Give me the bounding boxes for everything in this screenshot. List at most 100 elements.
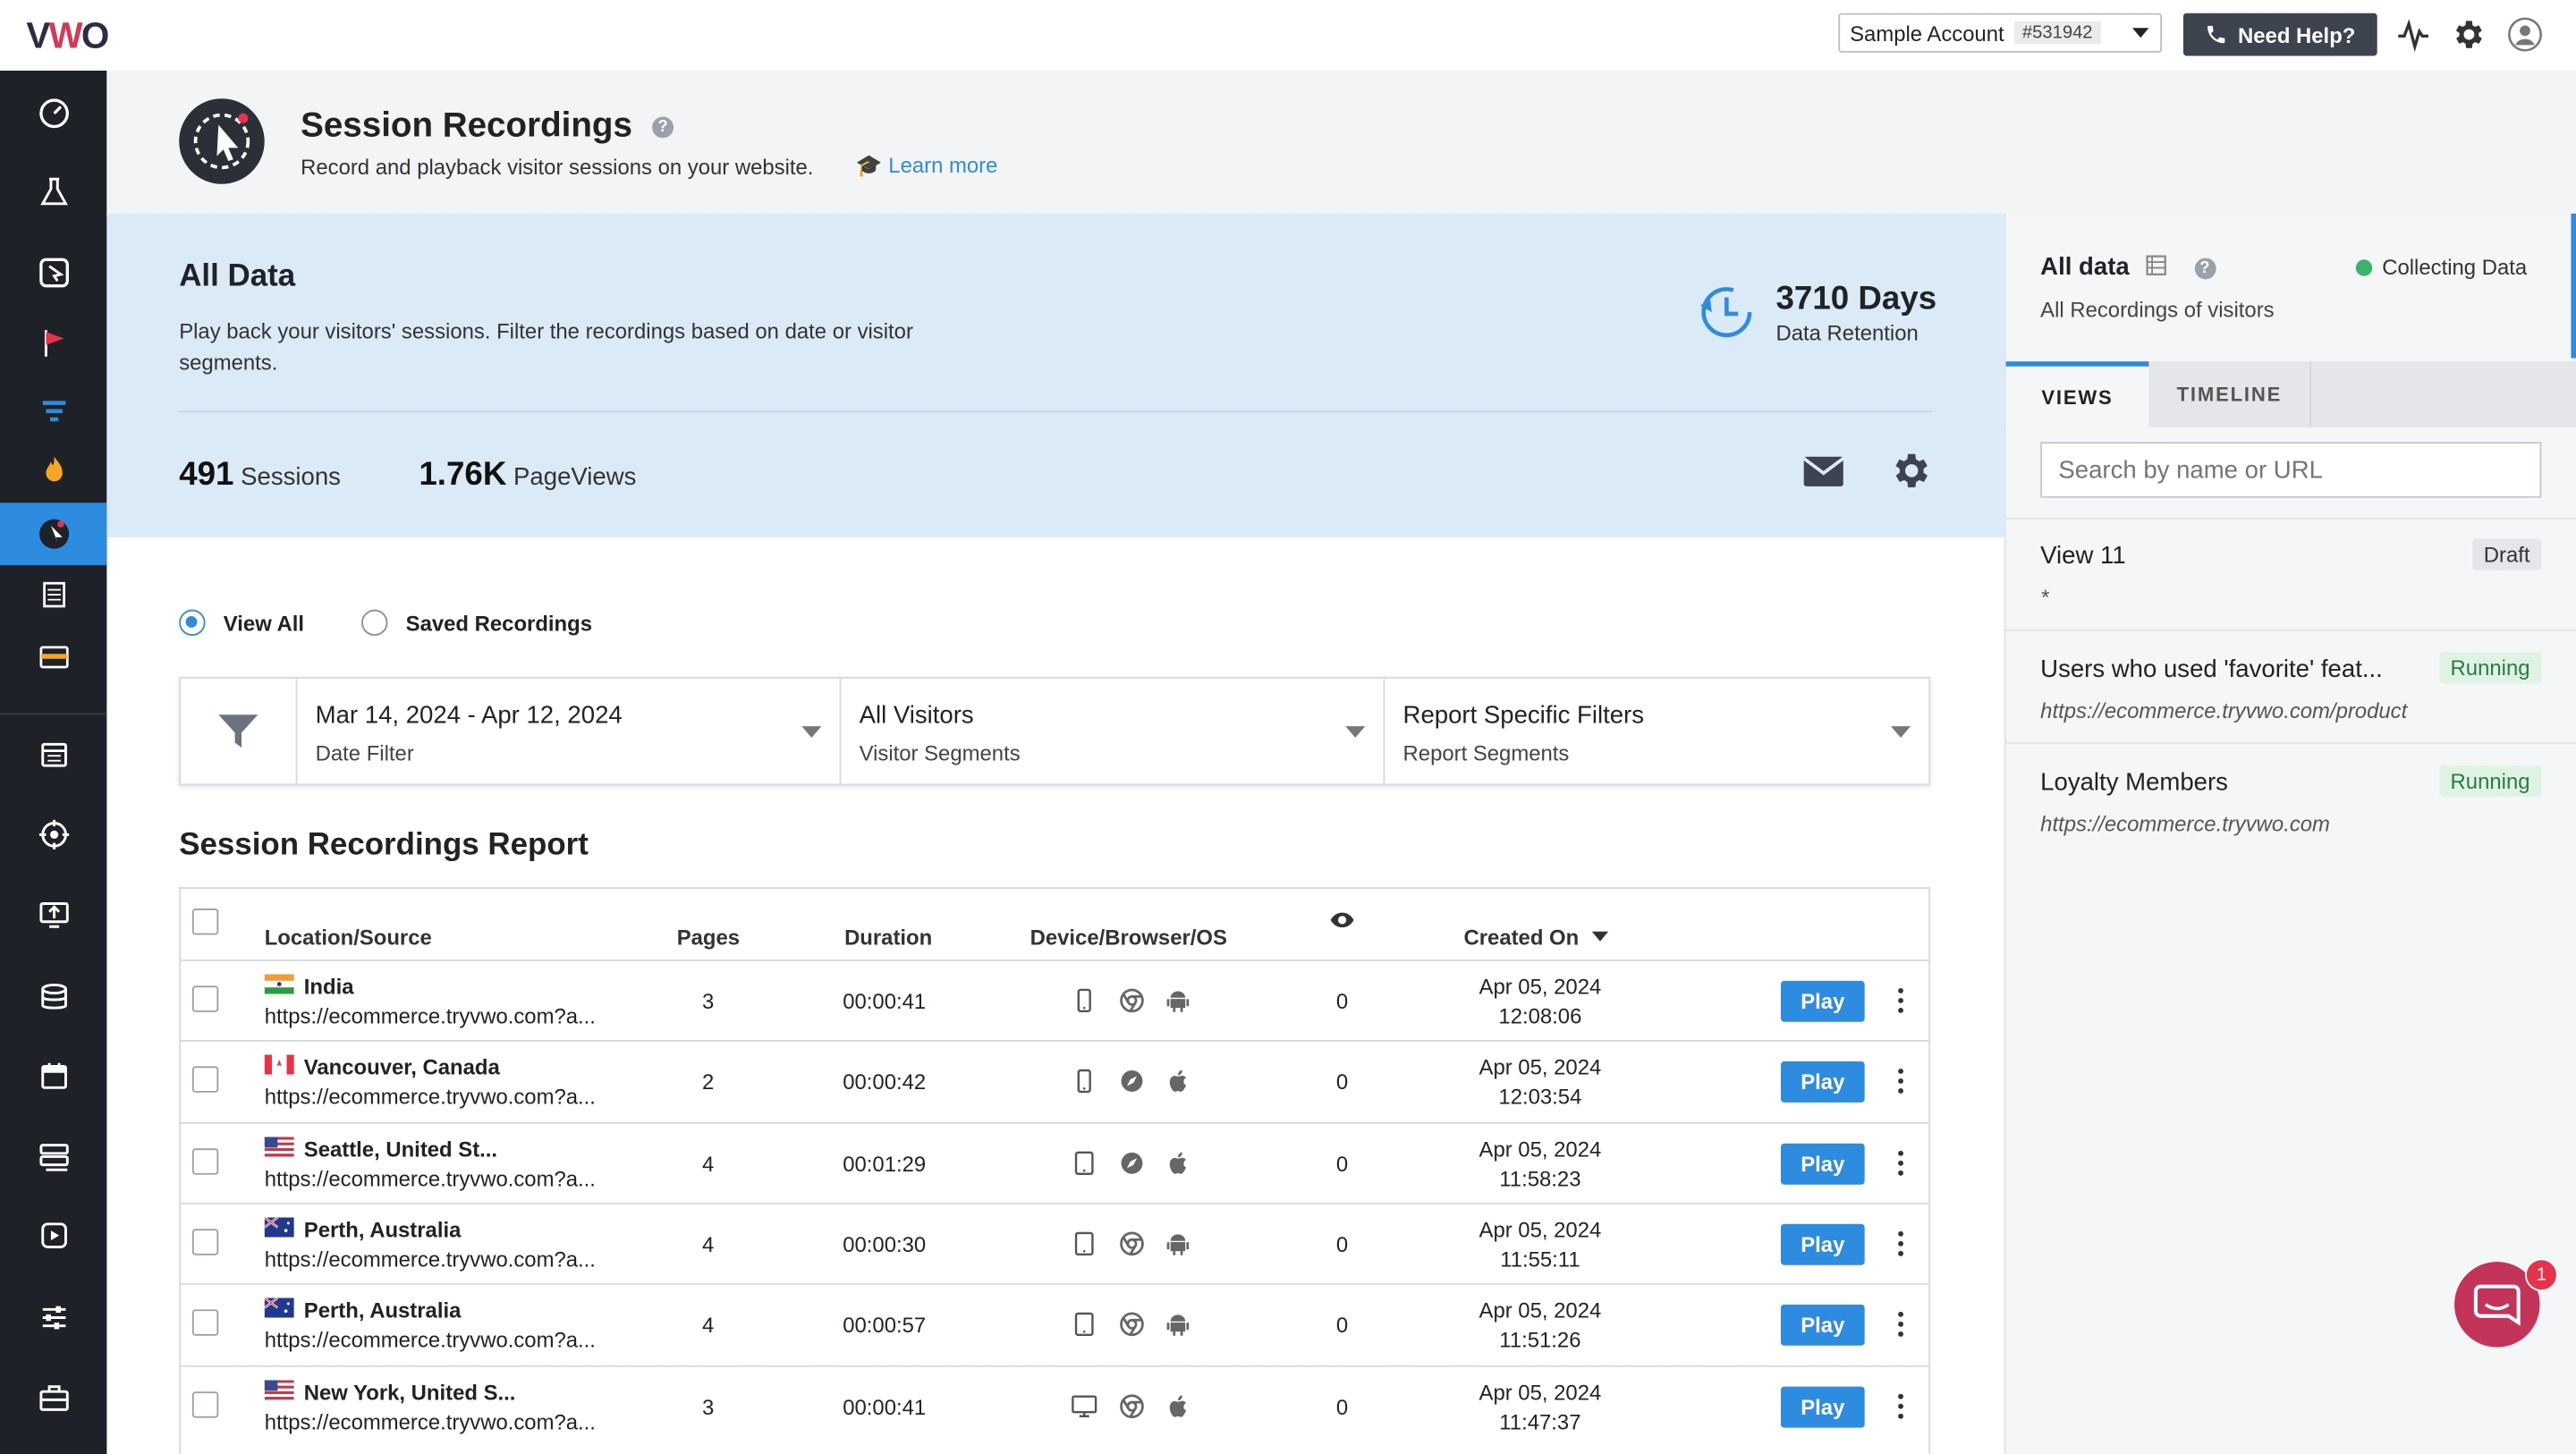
sidebar-item-card[interactable]	[0, 626, 106, 689]
scrollbar[interactable]	[2571, 213, 2576, 359]
row-pages: 2	[701, 1069, 715, 1095]
report-segments-filter[interactable]: Report Specific Filters Report Segments	[1383, 678, 1931, 784]
row-duration: 00:00:30	[843, 1231, 927, 1257]
panel-title-label: All data	[2040, 252, 2130, 282]
row-checkbox[interactable]	[191, 1147, 219, 1174]
more-options-icon[interactable]	[1896, 1229, 1906, 1258]
sidebar-item-dashboard[interactable]	[0, 82, 106, 145]
row-time: 11:55:11	[1500, 1247, 1580, 1272]
more-options-icon[interactable]	[1896, 1067, 1906, 1096]
table-row[interactable]: Perth, Australia https://ecommerce.tryvwo…	[181, 1283, 1929, 1365]
more-options-icon[interactable]	[1896, 1310, 1906, 1340]
cursor-icon	[38, 258, 69, 288]
vwo-logo[interactable]: VWO	[26, 15, 109, 58]
table-row[interactable]: Seattle, United St... https://ecommerce.t…	[181, 1121, 1929, 1204]
row-checkbox[interactable]	[191, 985, 219, 1012]
col-location[interactable]: Location/Source	[265, 925, 432, 950]
retention-label: Data Retention	[1775, 320, 1919, 345]
account-id: #531942	[2013, 21, 2101, 45]
table-row[interactable]: Vancouver, Canada https://ecommerce.tryvw…	[181, 1040, 1929, 1123]
view-item[interactable]: View 11 * Draft	[2005, 517, 2576, 631]
sidebar-item-upload[interactable]	[0, 883, 106, 946]
table-row[interactable]: India https://ecommerce.tryvwo.com?a... 3 0…	[181, 959, 1929, 1042]
sidebar-item-deploy[interactable]	[0, 1205, 106, 1267]
activity-icon[interactable]	[2395, 16, 2431, 53]
list-icon[interactable]	[2146, 255, 2167, 276]
play-button[interactable]: Play	[1780, 1061, 1865, 1103]
help-question-icon[interactable]: ?	[2193, 258, 2216, 280]
sidebar-item-stack[interactable]	[0, 1126, 106, 1188]
gear-icon[interactable]	[2450, 16, 2486, 52]
table-row[interactable]: New York, United S... https://ecommerce.t…	[181, 1364, 1929, 1447]
sidebar-item-flag[interactable]	[0, 312, 106, 375]
tab-views[interactable]: VIEWS	[2005, 361, 2149, 427]
sessions-value: 491	[179, 456, 234, 494]
mail-icon[interactable]	[1802, 455, 1845, 488]
settings-gear-icon[interactable]	[1887, 449, 1932, 494]
col-pages[interactable]: Pages	[677, 925, 740, 950]
sidebar-item-cursor[interactable]	[0, 241, 106, 304]
row-checkbox[interactable]	[191, 1391, 219, 1417]
row-checkbox[interactable]	[191, 1066, 219, 1094]
col-device[interactable]: Device/Browser/OS	[1030, 925, 1227, 950]
row-duration: 00:00:42	[843, 1069, 927, 1095]
play-button[interactable]: Play	[1780, 1143, 1865, 1184]
sidebar-item-briefcase[interactable]	[0, 1367, 106, 1430]
saved-recordings-radio[interactable]: Saved Recordings	[361, 609, 593, 637]
row-source-url[interactable]: https://ecommerce.tryvwo.com?a...	[265, 1166, 596, 1191]
row-source-url[interactable]: https://ecommerce.tryvwo.com?a...	[265, 1408, 596, 1433]
tab-timeline[interactable]: TIMELINE	[2148, 361, 2312, 427]
sidebar-item-sliders[interactable]	[0, 1287, 106, 1349]
row-source-url[interactable]: https://ecommerce.tryvwo.com?a...	[265, 1328, 596, 1353]
row-views: 0	[1335, 1393, 1349, 1419]
sidebar-item-recordings[interactable]	[0, 503, 107, 566]
sidebar-item-calendar-list[interactable]	[0, 723, 106, 785]
row-location: Vancouver, Canada	[303, 1055, 500, 1080]
more-options-icon[interactable]	[1896, 985, 1906, 1015]
need-help-button[interactable]: Need Help?	[2182, 13, 2377, 56]
filter-bar: Mar 14, 2024 - Apr 12, 2024 Date Filter …	[179, 676, 1931, 786]
visitor-segments-filter[interactable]: All Visitors Visitor Segments	[839, 678, 1385, 784]
views-search-input[interactable]	[2040, 442, 2542, 498]
col-duration[interactable]: Duration	[844, 925, 932, 950]
row-source-url[interactable]: https://ecommerce.tryvwo.com?a...	[265, 1004, 596, 1029]
play-button[interactable]: Play	[1780, 980, 1865, 1022]
sidebar-item-funnel[interactable]	[0, 379, 106, 442]
play-button[interactable]: Play	[1780, 1223, 1865, 1265]
user-avatar-icon[interactable]	[2507, 16, 2543, 52]
more-options-icon[interactable]	[1896, 1391, 1906, 1420]
more-options-icon[interactable]	[1896, 1148, 1906, 1178]
view-all-radio[interactable]: View All	[179, 609, 305, 637]
chrome-icon	[1120, 1393, 1144, 1418]
sidebar-item-target[interactable]	[0, 803, 106, 866]
row-checkbox[interactable]	[191, 1309, 219, 1337]
sidebar-item-fire[interactable]	[0, 439, 106, 502]
row-pages: 4	[701, 1151, 715, 1176]
row-location: Seattle, United St...	[303, 1136, 498, 1162]
play-button[interactable]: Play	[1780, 1385, 1865, 1427]
account-selector[interactable]: Sample Account #531942	[1838, 13, 2163, 53]
help-question-icon[interactable]: ?	[652, 116, 674, 139]
learn-more-link[interactable]: 🎓 Learn more	[856, 153, 998, 179]
view-item[interactable]: Users who used 'favorite' feat... https:…	[2005, 629, 2576, 745]
row-source-url[interactable]: https://ecommerce.tryvwo.com?a...	[265, 1085, 596, 1110]
report-filter-value: Report Specific Filters	[1402, 701, 1645, 730]
sidebar-item-calendar[interactable]	[0, 1045, 106, 1108]
top-bar: VWO Sample Account #531942 Need Help?	[0, 0, 2576, 72]
select-all-checkbox[interactable]	[191, 909, 219, 935]
col-created-on[interactable]: Created On	[1463, 925, 1608, 950]
view-all-label: View All	[223, 610, 305, 636]
sidebar-item-flask[interactable]	[0, 161, 106, 224]
sidebar-item-forms[interactable]	[0, 563, 106, 626]
deploy-icon	[40, 1222, 67, 1248]
play-button[interactable]: Play	[1780, 1305, 1865, 1347]
table-row[interactable]: Perth, Australia https://ecommerce.tryvwo…	[181, 1202, 1929, 1285]
android-icon	[1166, 1234, 1190, 1255]
forms-icon	[42, 581, 65, 608]
row-source-url[interactable]: https://ecommerce.tryvwo.com?a...	[265, 1247, 596, 1272]
saved-recordings-label: Saved Recordings	[405, 610, 593, 636]
date-filter[interactable]: Mar 14, 2024 - Apr 12, 2024 Date Filter	[295, 678, 842, 784]
row-checkbox[interactable]	[191, 1229, 219, 1255]
view-item[interactable]: Loyalty Members https://ecommerce.tryvwo…	[2005, 742, 2576, 856]
sidebar-item-database[interactable]	[0, 966, 106, 1028]
